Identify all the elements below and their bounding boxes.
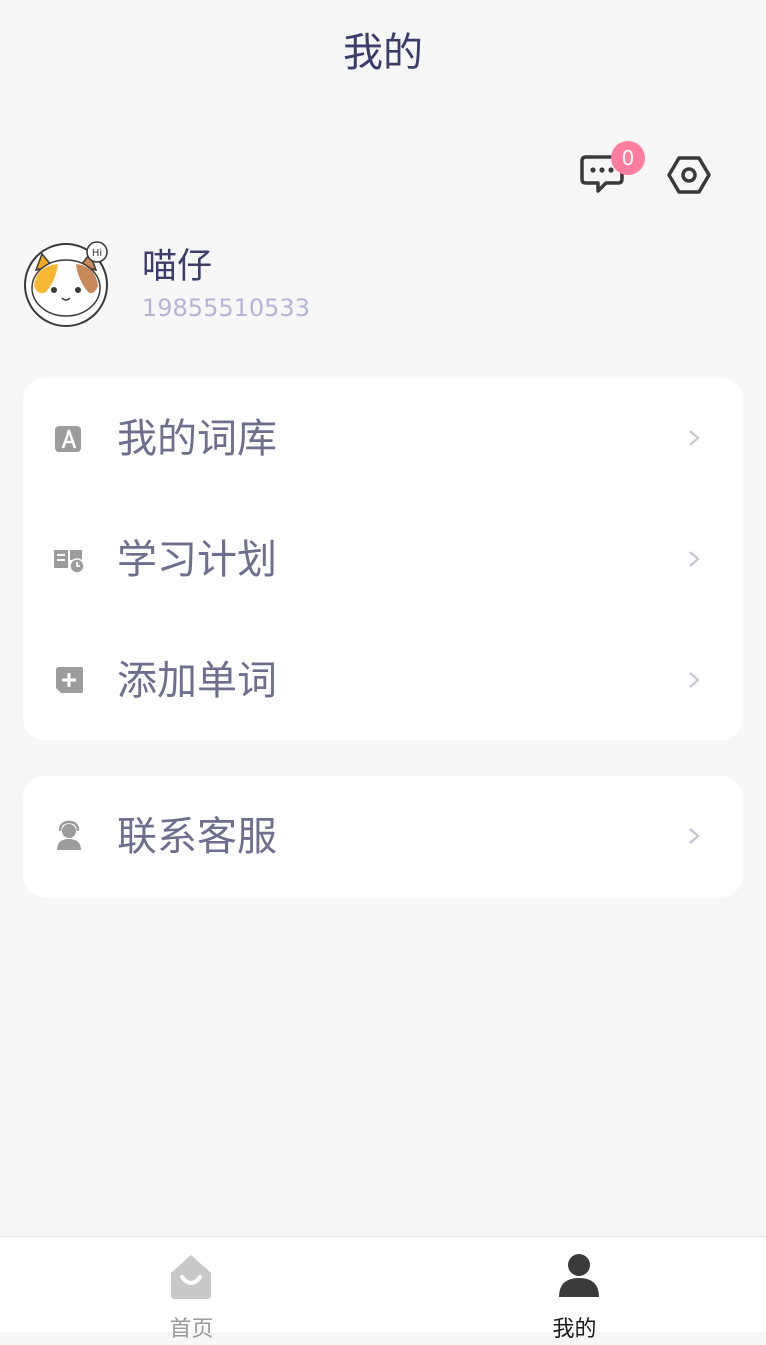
avatar[interactable]: Hi [22, 240, 112, 330]
vocab-book-icon [55, 426, 81, 452]
menu-item-label: 我的词库 [117, 416, 277, 462]
customer-service-icon [57, 820, 81, 850]
menu-card: 我的词库 学习计划 添加单词 [23, 378, 743, 740]
page-title: 我的 [343, 30, 423, 76]
chevron-right-icon [689, 672, 700, 688]
chevron-right-icon [689, 828, 700, 844]
user-name: 喵仔 [142, 247, 213, 287]
tab-label: 首页 [169, 1317, 214, 1342]
home-icon [171, 1255, 211, 1299]
user-phone: 19855510533 [142, 294, 310, 322]
tab-home[interactable]: 首页 [0, 1237, 383, 1342]
menu-item-add-word[interactable]: 添加单词 [23, 620, 743, 741]
menu-item-study-plan[interactable]: 学习计划 [23, 499, 743, 620]
menu-item-support[interactable]: 联系客服 [23, 776, 743, 897]
tab-profile[interactable]: 我的 [383, 1237, 766, 1342]
hex-gear-icon [667, 156, 711, 194]
chevron-right-icon [689, 430, 700, 446]
menu-item-label: 添加单词 [117, 658, 277, 704]
add-word-icon [56, 667, 83, 693]
menu-item-label: 联系客服 [117, 814, 277, 860]
profile-icon [559, 1254, 599, 1297]
bottom-tab-bar: 首页 我的 [0, 1236, 766, 1342]
message-count-badge: 0 [611, 141, 645, 175]
support-card: 联系客服 [23, 776, 743, 897]
menu-item-label: 学习计划 [117, 537, 277, 583]
study-plan-icon [54, 550, 85, 574]
svg-text:Hi: Hi [92, 248, 102, 259]
tab-label: 我的 [552, 1317, 597, 1342]
menu-item-vocab[interactable]: 我的词库 [23, 378, 743, 499]
settings-button[interactable] [666, 152, 712, 198]
chevron-right-icon [689, 551, 700, 567]
